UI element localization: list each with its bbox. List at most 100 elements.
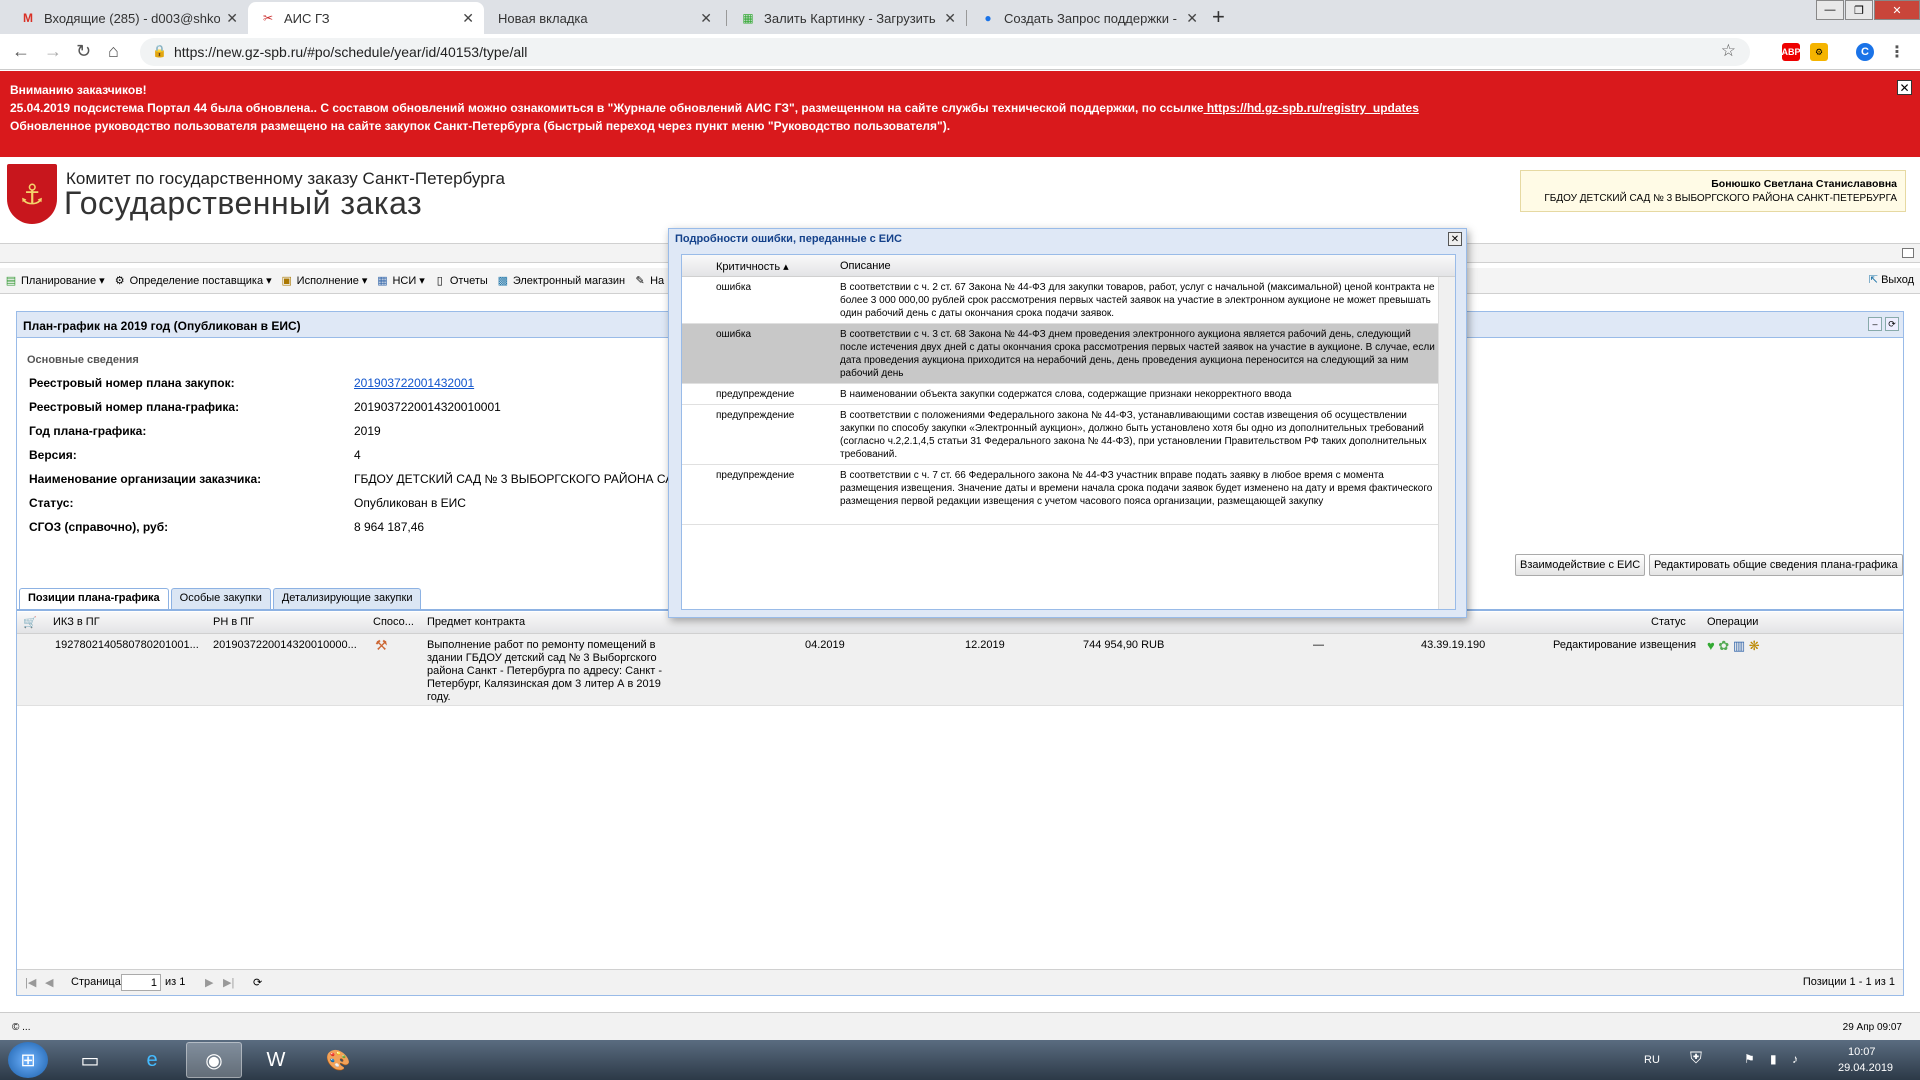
- row-description: В наименовании объекта закупки содержатс…: [840, 389, 1292, 400]
- col-ikz[interactable]: ИКЗ в ПГ: [53, 616, 100, 628]
- home-icon[interactable]: ⌂: [108, 41, 119, 62]
- window-close-button[interactable]: ✕: [1874, 0, 1920, 20]
- browser-tab-support[interactable]: ● Создать Запрос поддержки - АИ ✕: [968, 2, 1208, 34]
- eis-interaction-button[interactable]: Взаимодействие с ЕИС: [1515, 554, 1646, 576]
- first-page-icon[interactable]: |◀: [25, 976, 36, 989]
- field-value: 4: [354, 448, 361, 462]
- language-indicator[interactable]: RU: [1644, 1054, 1660, 1066]
- start-button[interactable]: ⊞: [8, 1042, 48, 1078]
- close-icon[interactable]: ✕: [700, 10, 712, 27]
- maximize-button[interactable]: ❐: [1845, 0, 1873, 20]
- banner-title: Вниманию заказчиков!: [10, 83, 147, 97]
- tab-detailing[interactable]: Детализирующие закупки: [272, 588, 422, 609]
- emblem-icon[interactable]: ❋: [1749, 638, 1760, 653]
- cell-dash: —: [1313, 639, 1324, 651]
- adblock-icon[interactable]: ABP: [1782, 43, 1801, 61]
- error-row[interactable]: ошибка В соответствии с ч. 3 ст. 68 Зако…: [682, 324, 1440, 384]
- url-input[interactable]: 🔒 https://new.gz-spb.ru/#po/schedule/yea…: [140, 38, 1750, 66]
- grid-scrollbar[interactable]: [1438, 277, 1455, 609]
- exit-button[interactable]: ⇱ Выход: [1869, 273, 1914, 287]
- collapse-icon[interactable]: –: [1868, 317, 1882, 331]
- prev-page-icon[interactable]: ◀: [45, 976, 53, 989]
- table-row[interactable]: 19278021405807802010​01... 2019037220014…: [17, 634, 1903, 706]
- col-method[interactable]: Спосо...: [373, 616, 414, 628]
- field-label: Реестровый номер плана закупок:: [29, 376, 235, 390]
- col-ops[interactable]: Операции: [1707, 616, 1758, 628]
- refresh-icon[interactable]: ⟳: [253, 976, 262, 989]
- word-icon[interactable]: W: [248, 1042, 304, 1078]
- extension-icon[interactable]: ⚙: [1810, 43, 1828, 61]
- network-icon[interactable]: ▮: [1770, 1052, 1777, 1066]
- menu-reports[interactable]: ▯ Отчеты: [433, 274, 488, 288]
- settings-icon[interactable]: ✿: [1718, 638, 1729, 653]
- approve-icon[interactable]: ♥: [1707, 638, 1715, 653]
- explorer-icon[interactable]: ▭: [62, 1042, 118, 1078]
- new-tab-button[interactable]: +: [1212, 4, 1225, 30]
- row-criticality: ошибка: [716, 282, 752, 293]
- ie-icon[interactable]: e: [124, 1042, 180, 1078]
- paint-icon[interactable]: 🎨: [310, 1042, 366, 1078]
- close-icon[interactable]: ✕: [1186, 10, 1198, 27]
- cell-date-start: 04.2019: [805, 639, 845, 651]
- menu-execution[interactable]: ▣ Исполнение ▾: [280, 274, 367, 288]
- back-arrow-icon[interactable]: ←: [12, 41, 30, 62]
- cell-ikz: 19278021405807802010​01...: [55, 639, 199, 651]
- chart-icon[interactable]: ▥: [1733, 638, 1745, 653]
- browser-tab-ais[interactable]: ✂ АИС ГЗ ✕: [248, 2, 484, 34]
- image-icon: ▦: [742, 11, 754, 25]
- col-subject[interactable]: Предмет контракта: [427, 616, 525, 628]
- close-icon[interactable]: ✕: [462, 10, 474, 27]
- clock-time[interactable]: 10:07: [1848, 1046, 1876, 1058]
- col-rn[interactable]: РН в ПГ: [213, 616, 254, 628]
- page-label: Страница: [71, 976, 121, 988]
- error-row[interactable]: ошибка В соответствии с ч. 2 ст. 67 Зако…: [682, 277, 1440, 324]
- page-input[interactable]: [121, 974, 161, 991]
- bookmark-star-icon[interactable]: ☆: [1721, 41, 1736, 61]
- error-row[interactable]: предупреждение В соответствии с ч. 7 ст.…: [682, 465, 1440, 525]
- banner-link[interactable]: https://hd.gz-spb.ru/registry_updates: [1204, 101, 1419, 115]
- dialog-close-button[interactable]: ✕: [1448, 232, 1462, 246]
- windows-taskbar: ⊞ ▭ e ◉ W 🎨 RU ⛨ ⚑ ▮ ♪ 10:07 29.04.2019: [0, 1040, 1920, 1080]
- forward-arrow-icon[interactable]: →: [44, 41, 62, 62]
- row-criticality: ошибка: [716, 329, 752, 340]
- tab-special[interactable]: Особые закупки: [170, 588, 271, 609]
- volume-icon[interactable]: ♪: [1792, 1052, 1798, 1066]
- menu-eshop[interactable]: ▩ Электронный магазин: [496, 274, 625, 288]
- antivirus-icon[interactable]: ⛨: [1690, 1050, 1702, 1068]
- refresh-icon[interactable]: ⟳: [1885, 317, 1899, 331]
- minimize-button[interactable]: —: [1816, 0, 1844, 20]
- chrome-icon[interactable]: ◉: [186, 1042, 242, 1078]
- tab-positions[interactable]: Позиции плана-графика: [19, 588, 169, 609]
- kebab-menu-icon[interactable]: ⋮: [1888, 43, 1906, 61]
- error-row[interactable]: предупреждение В наименовании объекта за…: [682, 384, 1440, 405]
- clock-date[interactable]: 29.04.2019: [1838, 1062, 1893, 1074]
- col-status[interactable]: Статус: [1651, 616, 1686, 628]
- profile-avatar[interactable]: C: [1856, 43, 1874, 61]
- tab-label: Создать Запрос поддержки - АИ: [1004, 10, 1181, 26]
- error-row[interactable]: предупреждение В соответствии с положени…: [682, 405, 1440, 465]
- edit-schedule-button[interactable]: Редактировать общие сведения плана-графи…: [1649, 554, 1903, 576]
- close-icon[interactable]: ✕: [226, 10, 238, 27]
- browser-tab-gmail[interactable]: M Входящие (285) - d003@shko.la ✕: [8, 2, 248, 34]
- col-description[interactable]: Описание: [840, 260, 891, 272]
- banner-close-button[interactable]: ✕: [1897, 80, 1912, 95]
- notice-banner: Вниманию заказчиков! 25.04.2019 подсисте…: [0, 71, 1920, 157]
- browser-tab-new[interactable]: Новая вкладка ✕: [486, 2, 722, 34]
- tab-label: Входящие (285) - d003@shko.la: [44, 10, 221, 26]
- collapse-button[interactable]: [1902, 248, 1914, 258]
- field-label: Версия:: [29, 448, 77, 462]
- browser-tab-image[interactable]: ▦ Залить Картинку - Загрузить фо ✕: [728, 2, 966, 34]
- flag-icon[interactable]: ⚑: [1744, 1052, 1755, 1066]
- col-criticality[interactable]: Критичность ▴: [716, 260, 789, 273]
- row-description: В соответствии с ч. 3 ст. 68 Закона № 44…: [840, 329, 1435, 379]
- menu-planning[interactable]: ▤ Планирование ▾: [4, 274, 105, 288]
- last-page-icon[interactable]: ▶|: [223, 976, 234, 989]
- plan-number-link[interactable]: 201903722001432001: [354, 376, 474, 390]
- cart-icon[interactable]: 🛒: [23, 616, 37, 629]
- menu-more[interactable]: ✎ На: [633, 274, 665, 288]
- close-icon[interactable]: ✕: [944, 10, 956, 27]
- menu-supplier[interactable]: ⚙ Определение поставщика ▾: [113, 274, 272, 288]
- next-page-icon[interactable]: ▶: [205, 976, 213, 989]
- menu-nsi[interactable]: ▦ НСИ ▾: [375, 274, 425, 288]
- reload-icon[interactable]: ↻: [76, 41, 91, 62]
